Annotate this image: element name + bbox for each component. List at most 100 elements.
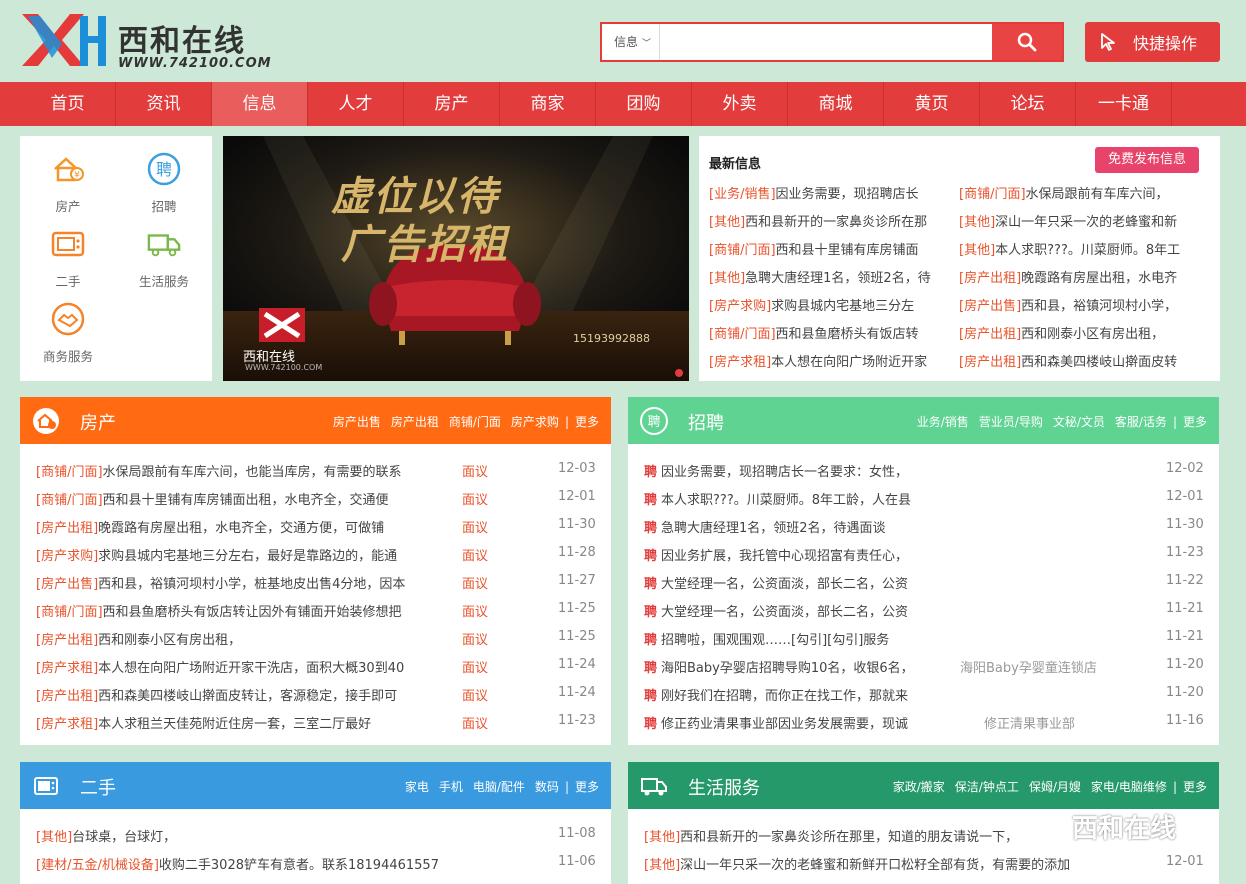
item-text: 西和森美四楼岐山擀面皮转 [1021,355,1178,370]
category-link[interactable]: 更多 [575,780,599,794]
listing-row[interactable]: [房产求租]本人求租兰天佳苑附近住房一套，三室二厅最好 面议 11-23 [36,713,596,732]
listing-row[interactable]: [房产出租]西和刚泰小区有房出租， 面议 11-25 [36,629,596,648]
job-row[interactable]: 聘海阳Baby孕婴店招聘导购10名，收银6名， 海阳Baby孕婴童连锁店 11-20 [644,657,1204,676]
latest-info-item[interactable]: [房产出租]西和森美四楼岐山擀面皮转 [959,351,1199,370]
item-tag: [其他] [709,215,746,230]
listing-row[interactable]: [商铺/门面]水保局跟前有车库六间，也能当库房，有需要的联系 面议 12-03 [36,461,596,480]
listing-price: 面议 [462,577,489,592]
category-link[interactable]: 文秘/文员 [1053,415,1105,429]
job-text: 大堂经理一名，公资面淡，部长二名，公资 [661,577,909,592]
category-link[interactable]: 保洁/钟点工 [955,780,1019,794]
listing-text: 晚霞路有房屋出租，水电齐全，交通方便，可做铺 [98,521,385,536]
latest-info-item[interactable]: [房产出售]西和县，裕镇河坝村小学， [959,295,1199,314]
listing-row[interactable]: [房产出租]西和森美四楼岐山擀面皮转让，客源稳定，接手即可 面议 11-24 [36,685,596,704]
category-link[interactable]: 保姆/月嫂 [1029,780,1081,794]
category-link[interactable]: 家电 [405,780,429,794]
search-button[interactable] [992,24,1062,60]
listing-row[interactable]: [商铺/门面]西和县鱼磨桥头有饭店转让因外有铺面开始装修想把 面议 11-25 [36,601,596,620]
latest-info-item[interactable]: [其他]本人求职???。川菜厨师。8年工 [959,239,1199,258]
category-link[interactable]: 更多 [1183,780,1207,794]
job-company[interactable]: 修正清果事业部 [984,713,1075,732]
latest-info-item[interactable]: [其他]急聘大唐经理1名，领班2名，待 [709,267,949,286]
job-row[interactable]: 聘修正药业清果事业部因业务发展需要，现诚 修正清果事业部 11-16 [644,713,1204,732]
nav-item[interactable]: 资讯 [116,82,212,126]
category-link[interactable]: 电脑/配件 [473,780,525,794]
job-row[interactable]: 聘招聘啦，围观围观……[勾引][勾引]服务 11-21 [644,629,1204,648]
category-link[interactable]: 商铺/门面 [449,415,501,429]
job-row[interactable]: 聘因业务需要，现招聘店长一名要求：女性， 12-02 [644,461,1204,480]
category-link[interactable]: 家政/搬家 [893,780,945,794]
latest-info-item[interactable]: [其他]深山一年只采一次的老蜂蜜和新 [959,211,1199,230]
job-row[interactable]: 聘刚好我们在招聘，而你正在找工作，那就来 11-20 [644,685,1204,704]
listing-row[interactable]: [房产求购]求购县城内宅基地三分左右，最好是靠路边的，能通 面议 11-28 [36,545,596,564]
category-link[interactable]: 营业员/导购 [979,415,1043,429]
category-link[interactable]: 房产出售 [333,415,381,429]
job-row[interactable]: 聘大堂经理一名，公资面淡，部长二名，公资 11-22 [644,573,1204,592]
life-service-row[interactable]: [其他]深山一年只采一次的老蜂蜜和新鲜开口松籽全部有货，有需要的添加 12-01 [644,854,1204,873]
listing-title: [房产出租]西和森美四楼岐山擀面皮转让，客源稳定，接手即可 [36,685,436,704]
category-life-service[interactable]: 生活服务 [116,227,212,290]
nav-item[interactable]: 外卖 [692,82,788,126]
category-link[interactable]: 手机 [439,780,463,794]
quick-action-button[interactable]: 快捷操作 [1085,22,1220,62]
latest-info-item[interactable]: [业务/销售]因业务需要，现招聘店长 [709,183,949,202]
job-company[interactable]: 海阳Baby孕婴童连锁店 [960,657,1097,676]
search-category-select[interactable]: 信息 ﹀ [602,24,660,60]
listing-row[interactable]: [房产求租]本人想在向阳广场附近开家干洗店，面积大概30到40 面议 11-24 [36,657,596,676]
latest-info-item[interactable]: [商铺/门面]西和县鱼磨桥头有饭店转 [709,323,949,342]
job-row[interactable]: 聘大堂经理一名，公资面淡，部长二名，公资 11-21 [644,601,1204,620]
life-service-header: 生活服务 家政/搬家 保洁/钟点工 保姆/月嫂 家电/电脑维修 | 更多 [628,762,1219,809]
publish-free-button[interactable]: 免费发布信息 [1095,147,1199,173]
listing-row[interactable]: [房产出租]晚霞路有房屋出租，水电齐全，交通方便，可做铺 面议 11-30 [36,517,596,536]
nav-item[interactable]: 房产 [404,82,500,126]
nav-item[interactable]: 商城 [788,82,884,126]
nav-item[interactable]: 信息 [212,82,308,126]
listing-tag: [建材/五金/机械设备] [36,858,159,873]
banner-dot[interactable] [675,369,683,377]
search-input[interactable] [662,24,992,60]
nav-item[interactable]: 一卡通 [1076,82,1172,126]
secondhand-links: 家电 手机 电脑/配件 数码 | 更多 [395,778,599,795]
category-link[interactable]: 业务/销售 [917,415,969,429]
listing-row[interactable]: [商铺/门面]西和县十里铺有库房铺面出租，水电齐全，交通便 面议 12-01 [36,489,596,508]
nav-item[interactable]: 团购 [596,82,692,126]
latest-info-item[interactable]: [房产求购]求购县城内宅基地三分左 [709,295,949,314]
listing-title: [房产出租]西和刚泰小区有房出租， [36,629,436,648]
item-text: 西和县十里铺有库房铺面 [775,243,919,258]
latest-info-item[interactable]: [房产出租]西和刚泰小区有房出租， [959,323,1199,342]
listing-title: [房产出售]西和县，裕镇河坝村小学，桩基地皮出售4分地，因本 [36,573,436,592]
category-realestate[interactable]: ¥ 房产 [20,152,116,215]
category-link[interactable]: 家电/电脑维修 [1091,780,1167,794]
category-link[interactable]: 更多 [1183,415,1207,429]
secondhand-row[interactable]: [建材/五金/机械设备]收购二手3028铲车有意者。联系18194461557 1… [36,854,596,873]
listing-row[interactable]: [房产出售]西和县，裕镇河坝村小学，桩基地皮出售4分地，因本 面议 11-27 [36,573,596,592]
listing-price: 面议 [462,633,489,648]
category-link[interactable]: 更多 [575,415,599,429]
latest-info-item[interactable]: [其他]西和县新开的一家鼻炎诊所在那 [709,211,949,230]
latest-info-item[interactable]: [商铺/门面]西和县十里铺有库房铺面 [709,239,949,258]
category-link[interactable]: 房产出租 [391,415,439,429]
nav-item[interactable]: 商家 [500,82,596,126]
jobs-title: 招聘 [688,413,724,434]
category-recruit[interactable]: 聘 招聘 [116,152,212,215]
job-row[interactable]: 聘急聘大唐经理1名，领班2名，待遇面谈 11-30 [644,517,1204,536]
nav-item[interactable]: 人才 [308,82,404,126]
latest-info-item[interactable]: [商铺/门面]水保局跟前有车库六间， [959,183,1199,202]
latest-info-item[interactable]: [房产出租]晚霞路有房屋出租，水电齐 [959,267,1199,286]
nav-item[interactable]: 论坛 [980,82,1076,126]
category-link[interactable]: 数码 [535,780,559,794]
category-business-service[interactable]: 商务服务 [20,302,116,365]
site-logo[interactable]: 西和在线 WWW.742100.COM [18,10,288,72]
latest-info-item[interactable]: [房产求租]本人想在向阳广场附近开家 [709,351,949,370]
nav-item[interactable]: 首页 [20,82,116,126]
job-row[interactable]: 聘因业务扩展，我托管中心现招富有责任心， 11-23 [644,545,1204,564]
category-grid: ¥ 房产 聘 招聘 二手 生活服务 商务服务 [20,136,212,381]
category-link[interactable]: 房产求购 [511,415,559,429]
category-secondhand[interactable]: 二手 [20,227,116,290]
job-date: 11-21 [1166,601,1204,616]
secondhand-row[interactable]: [其他]台球桌，台球灯， 11-08 [36,826,596,845]
ad-banner[interactable]: 虚位以待 广告招租 15193992888 西和在线 WWW.742100.CO… [223,136,689,381]
job-row[interactable]: 聘本人求职???。川菜厨师。8年工龄，人在县 12-01 [644,489,1204,508]
nav-item[interactable]: 黄页 [884,82,980,126]
category-link[interactable]: 客服/话务 [1115,415,1167,429]
